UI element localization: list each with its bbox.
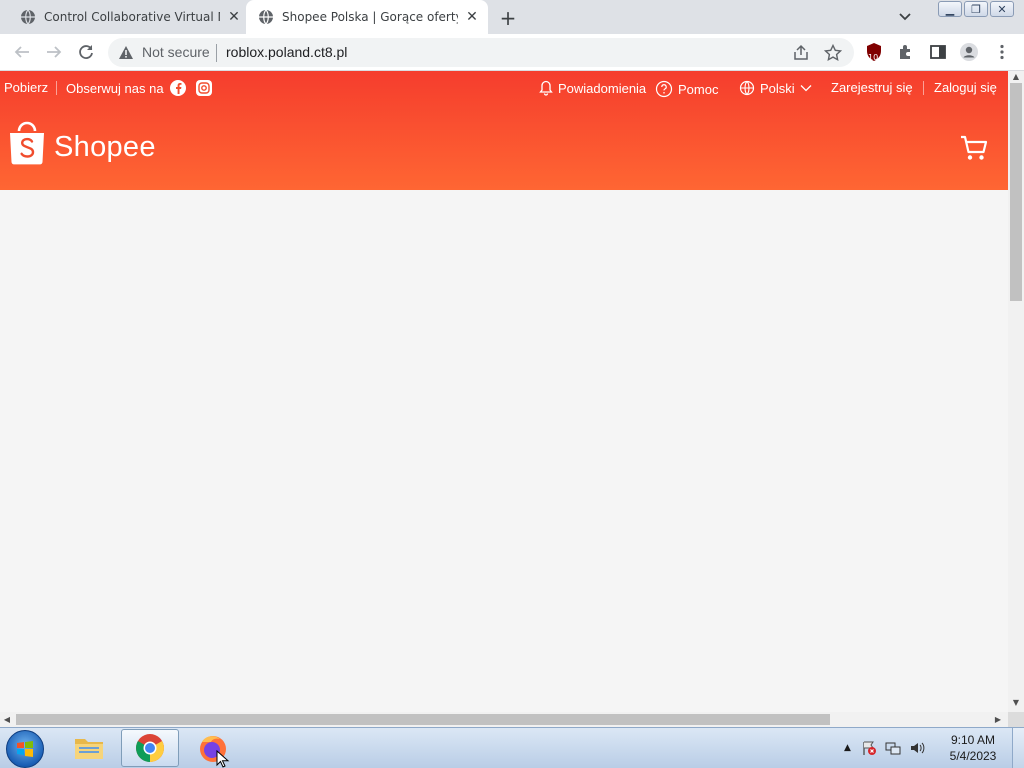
clock-time: 9:10 AM <box>950 733 996 747</box>
puzzle-icon <box>900 45 910 59</box>
notifications-label: Powiadomienia <box>558 80 647 96</box>
horizontal-scrollbar[interactable]: ◀ ▶ <box>0 712 1008 727</box>
ublock-shield-icon: 10 <box>867 43 881 62</box>
reload-icon <box>79 45 93 59</box>
vertical-scrollbar[interactable]: ▲ ▼ <box>1008 71 1024 712</box>
profile-avatar-icon <box>960 43 978 61</box>
notifications-link[interactable]: Powiadomienia <box>539 80 646 96</box>
tab-control-collaborative[interactable]: Control Collaborative Virtual Mac ✕ <box>0 0 246 34</box>
shopping-cart-icon[interactable] <box>960 135 988 161</box>
side-panel-button[interactable] <box>928 42 948 62</box>
system-clock[interactable]: 9:10 AM 5/4/2023 <box>936 732 1010 764</box>
windows-taskbar: ▲ 9:10 AM 5/4/2023 <box>0 727 1024 768</box>
shopee-logo[interactable]: Shopee <box>8 121 156 165</box>
close-window-button[interactable]: ✕ <box>990 1 1014 17</box>
profile-button[interactable] <box>959 42 979 62</box>
tab-search-chevron-icon[interactable] <box>896 9 914 25</box>
warning-icon[interactable] <box>118 45 134 60</box>
volume-icon[interactable] <box>909 740 925 756</box>
tab-title: Shopee Polska | Gorące oferty, na <box>282 10 458 24</box>
new-tab-button[interactable]: + <box>497 6 519 30</box>
share-icon[interactable] <box>792 44 810 62</box>
language-label: Polski <box>760 80 795 96</box>
follow-us: Obserwuj nas na <box>66 80 212 96</box>
restore-button[interactable]: ❐ <box>964 1 988 17</box>
scroll-right-arrow-icon[interactable]: ▶ <box>994 715 1002 724</box>
start-button[interactable] <box>6 730 44 768</box>
shopee-wordmark: Shopee <box>54 131 156 163</box>
register-link[interactable]: Zarejestruj się <box>831 80 913 95</box>
help-circle-icon <box>655 80 673 98</box>
scroll-left-arrow-icon[interactable]: ◀ <box>3 715 11 724</box>
forward-arrow-icon <box>47 46 62 58</box>
tray-expand-arrow-icon[interactable]: ▲ <box>844 743 851 753</box>
language-selector[interactable]: Polski <box>739 80 812 96</box>
side-panel-icon <box>930 45 946 59</box>
help-link[interactable]: Pomoc <box>655 80 718 98</box>
globe-language-icon <box>739 80 755 96</box>
omnibox-divider <box>216 44 217 62</box>
back-arrow-icon <box>14 46 29 58</box>
chrome-logo-icon <box>136 734 164 762</box>
scroll-up-arrow-icon[interactable]: ▲ <box>1012 73 1020 81</box>
reload-button[interactable] <box>76 42 96 62</box>
facebook-icon[interactable] <box>169 80 186 96</box>
scrollbar-corner <box>1008 712 1024 727</box>
login-link[interactable]: Zaloguj się <box>934 80 997 95</box>
close-tab-icon[interactable]: ✕ <box>226 9 242 25</box>
network-icon[interactable] <box>885 740 901 756</box>
kebab-menu-icon <box>1000 44 1004 60</box>
svg-text:10: 10 <box>868 53 878 62</box>
tab-shopee-polska[interactable]: Shopee Polska | Gorące oferty, na ✕ <box>246 0 488 34</box>
tab-title: Control Collaborative Virtual Mac <box>44 10 220 24</box>
scroll-down-arrow-icon[interactable]: ▼ <box>1012 699 1020 707</box>
download-link[interactable]: Pobierz <box>4 80 48 95</box>
security-label[interactable]: Not secure <box>142 44 210 60</box>
shopee-bag-icon <box>10 121 44 165</box>
action-center-flag-icon[interactable] <box>861 740 877 756</box>
globe-icon <box>259 9 273 25</box>
instagram-icon[interactable] <box>195 80 212 96</box>
nav-divider <box>923 81 924 95</box>
minimize-button[interactable]: ▁ <box>938 1 962 17</box>
shopee-header: Pobierz Obserwuj nas na Powiadomienia Po… <box>0 71 1008 190</box>
chevron-down-icon <box>800 85 812 92</box>
browser-toolbar: Not secure roblox.poland.ct8.pl 10 <box>0 34 1024 71</box>
folder-icon <box>75 739 103 759</box>
help-label: Pomoc <box>678 81 719 97</box>
extension-shield-button[interactable]: 10 <box>864 42 884 62</box>
tab-strip: Control Collaborative Virtual Mac ✕ Shop… <box>0 0 1024 34</box>
address-bar[interactable]: Not secure roblox.poland.ct8.pl <box>108 38 854 67</box>
page-viewport: Pobierz Obserwuj nas na Powiadomienia Po… <box>0 71 1008 712</box>
forward-button[interactable] <box>44 42 64 62</box>
show-desktop-button[interactable] <box>1012 728 1024 768</box>
windows-logo-icon <box>17 741 33 757</box>
globe-icon <box>21 9 35 25</box>
chrome-menu-button[interactable] <box>992 42 1012 62</box>
horizontal-scroll-thumb[interactable] <box>16 714 830 725</box>
extensions-button[interactable] <box>896 42 916 62</box>
vertical-scroll-thumb[interactable] <box>1010 83 1022 301</box>
url-text[interactable]: roblox.poland.ct8.pl <box>226 44 347 60</box>
close-tab-icon[interactable]: ✕ <box>464 9 480 25</box>
mouse-cursor-icon <box>216 750 230 768</box>
taskbar-firefox[interactable] <box>184 729 242 767</box>
clock-date: 5/4/2023 <box>949 749 997 763</box>
bell-icon <box>539 80 553 96</box>
system-tray: ▲ <box>844 728 925 768</box>
window-controls: ▁ ❐ ✕ <box>938 1 1014 17</box>
bookmark-star-icon[interactable] <box>824 44 842 62</box>
taskbar-explorer[interactable] <box>60 729 118 767</box>
back-button[interactable] <box>12 42 32 62</box>
follow-label: Obserwuj nas na <box>66 80 164 96</box>
taskbar-chrome[interactable] <box>121 729 179 767</box>
nav-divider <box>56 81 57 95</box>
top-navbar: Pobierz Obserwuj nas na Powiadomienia Po… <box>0 71 1008 105</box>
